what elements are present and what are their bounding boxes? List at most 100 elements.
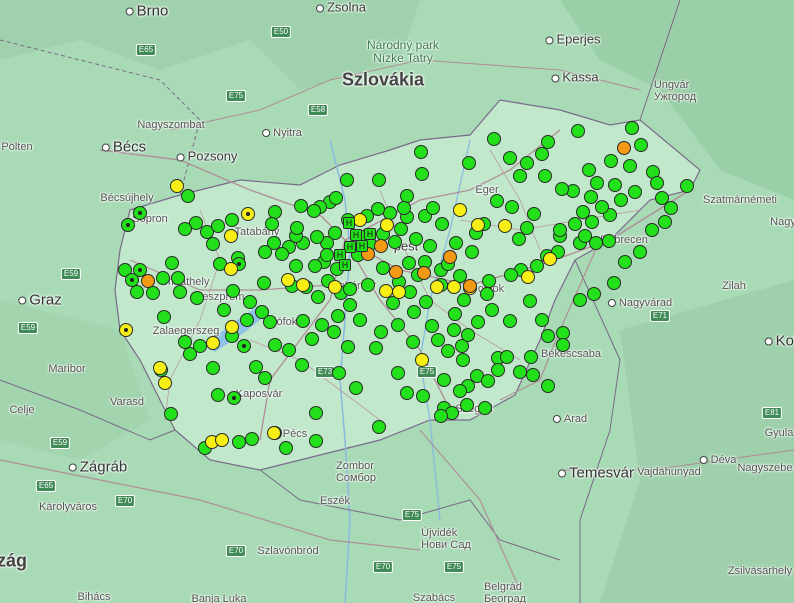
station-marker-orange[interactable] bbox=[617, 141, 631, 155]
station-marker-orange[interactable] bbox=[374, 239, 388, 253]
station-marker-green[interactable] bbox=[263, 315, 277, 329]
station-marker-green[interactable] bbox=[485, 303, 499, 317]
station-marker-green[interactable] bbox=[576, 205, 590, 219]
station-marker-green[interactable] bbox=[490, 194, 504, 208]
station-marker-green[interactable] bbox=[211, 388, 225, 402]
station-marker-green[interactable] bbox=[243, 295, 257, 309]
station-marker-green[interactable] bbox=[372, 420, 386, 434]
station-marker-green[interactable] bbox=[400, 386, 414, 400]
station-marker-green[interactable] bbox=[340, 173, 354, 187]
station-marker-green[interactable] bbox=[513, 169, 527, 183]
station-marker-green[interactable] bbox=[604, 154, 618, 168]
station-marker-green[interactable] bbox=[535, 147, 549, 161]
station-marker-green[interactable] bbox=[289, 259, 303, 273]
station-marker-yellow[interactable] bbox=[430, 280, 444, 294]
station-marker-green[interactable] bbox=[461, 328, 475, 342]
station-marker-green[interactable] bbox=[397, 201, 411, 215]
station-marker-green[interactable] bbox=[258, 371, 272, 385]
station-marker-green[interactable] bbox=[602, 234, 616, 248]
station-marker-green[interactable] bbox=[538, 169, 552, 183]
station-marker-orange[interactable] bbox=[463, 279, 477, 293]
station-marker-yellow[interactable] bbox=[447, 280, 461, 294]
station-marker-yellow[interactable] bbox=[119, 323, 133, 337]
station-marker-green[interactable] bbox=[343, 298, 357, 312]
station-marker-green[interactable] bbox=[582, 163, 596, 177]
hospital-marker-icon[interactable]: H bbox=[339, 259, 351, 271]
station-marker-orange[interactable] bbox=[443, 250, 457, 264]
station-marker-green[interactable] bbox=[130, 285, 144, 299]
station-marker-yellow[interactable] bbox=[543, 252, 557, 266]
station-marker-green[interactable] bbox=[500, 350, 514, 364]
station-marker-green[interactable] bbox=[121, 218, 135, 232]
station-marker-green[interactable] bbox=[394, 222, 408, 236]
station-marker-green[interactable] bbox=[349, 381, 363, 395]
hospital-marker-icon[interactable]: H bbox=[343, 217, 355, 229]
station-marker-green[interactable] bbox=[245, 432, 259, 446]
station-marker-green[interactable] bbox=[406, 335, 420, 349]
station-marker-yellow[interactable] bbox=[353, 213, 367, 227]
station-marker-green[interactable] bbox=[503, 151, 517, 165]
station-marker-green[interactable] bbox=[589, 236, 603, 250]
station-marker-green[interactable] bbox=[478, 401, 492, 415]
station-marker-yellow[interactable] bbox=[453, 203, 467, 217]
station-marker-yellow[interactable] bbox=[170, 179, 184, 193]
station-marker-green[interactable] bbox=[226, 284, 240, 298]
station-marker-yellow[interactable] bbox=[498, 219, 512, 233]
station-marker-green[interactable] bbox=[555, 182, 569, 196]
station-marker-green[interactable] bbox=[453, 384, 467, 398]
station-marker-yellow[interactable] bbox=[328, 280, 342, 294]
station-marker-green[interactable] bbox=[282, 343, 296, 357]
station-marker-green[interactable] bbox=[423, 239, 437, 253]
station-marker-green[interactable] bbox=[249, 360, 263, 374]
station-marker-green[interactable] bbox=[307, 204, 321, 218]
station-marker-green[interactable] bbox=[309, 406, 323, 420]
station-marker-green[interactable] bbox=[608, 178, 622, 192]
station-marker-yellow[interactable] bbox=[379, 284, 393, 298]
station-marker-green[interactable] bbox=[573, 293, 587, 307]
station-marker-green[interactable] bbox=[482, 274, 496, 288]
station-marker-green[interactable] bbox=[309, 434, 323, 448]
station-marker-green[interactable] bbox=[526, 368, 540, 382]
station-marker-green[interactable] bbox=[341, 340, 355, 354]
station-marker-yellow[interactable] bbox=[158, 376, 172, 390]
station-marker-green[interactable] bbox=[527, 207, 541, 221]
station-marker-green[interactable] bbox=[512, 232, 526, 246]
station-marker-green[interactable] bbox=[658, 215, 672, 229]
station-marker-green[interactable] bbox=[614, 193, 628, 207]
station-marker-green[interactable] bbox=[523, 294, 537, 308]
station-marker-orange[interactable] bbox=[417, 266, 431, 280]
station-marker-green[interactable] bbox=[441, 344, 455, 358]
station-marker-green[interactable] bbox=[206, 237, 220, 251]
station-marker-green[interactable] bbox=[481, 374, 495, 388]
station-marker-green[interactable] bbox=[524, 350, 538, 364]
station-marker-green[interactable] bbox=[434, 409, 448, 423]
station-marker-green[interactable] bbox=[311, 290, 325, 304]
station-marker-green[interactable] bbox=[343, 282, 357, 296]
station-marker-green[interactable] bbox=[650, 176, 664, 190]
station-marker-green[interactable] bbox=[308, 259, 322, 273]
station-marker-green[interactable] bbox=[331, 309, 345, 323]
station-marker-green[interactable] bbox=[504, 268, 518, 282]
station-marker-orange[interactable] bbox=[389, 265, 403, 279]
station-marker-green[interactable] bbox=[173, 285, 187, 299]
station-marker-green[interactable] bbox=[426, 201, 440, 215]
station-marker-green[interactable] bbox=[503, 314, 517, 328]
station-marker-green[interactable] bbox=[178, 222, 192, 236]
station-marker-green[interactable] bbox=[568, 217, 582, 231]
station-marker-green[interactable] bbox=[372, 173, 386, 187]
station-marker-green[interactable] bbox=[353, 313, 367, 327]
hospital-marker-icon[interactable]: H bbox=[364, 228, 376, 240]
station-marker-green[interactable] bbox=[133, 206, 147, 220]
station-marker-green[interactable] bbox=[391, 318, 405, 332]
station-marker-green[interactable] bbox=[257, 276, 271, 290]
station-marker-green[interactable] bbox=[465, 245, 479, 259]
station-marker-green[interactable] bbox=[447, 323, 461, 337]
station-marker-green[interactable] bbox=[211, 219, 225, 233]
station-marker-green[interactable] bbox=[645, 223, 659, 237]
station-marker-yellow[interactable] bbox=[206, 336, 220, 350]
station-marker-green[interactable] bbox=[225, 213, 239, 227]
station-marker-green[interactable] bbox=[206, 361, 220, 375]
station-marker-green[interactable] bbox=[237, 339, 251, 353]
station-marker-green[interactable] bbox=[449, 236, 463, 250]
station-marker-yellow[interactable] bbox=[224, 262, 238, 276]
